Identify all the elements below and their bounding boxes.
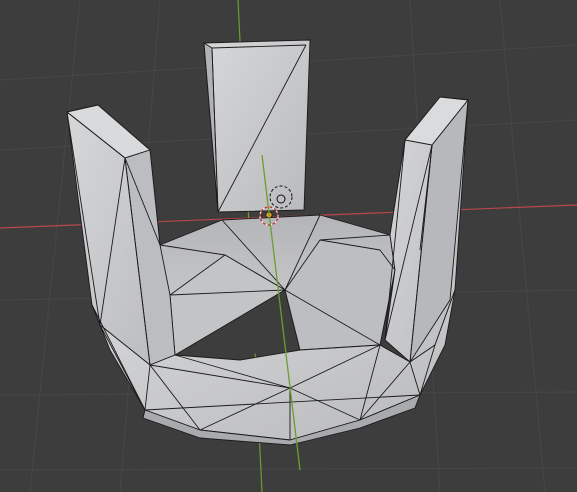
3d-viewport[interactable] [0,0,577,492]
crown-mesh[interactable] [66,39,469,446]
viewport-canvas[interactable] [0,0,577,492]
